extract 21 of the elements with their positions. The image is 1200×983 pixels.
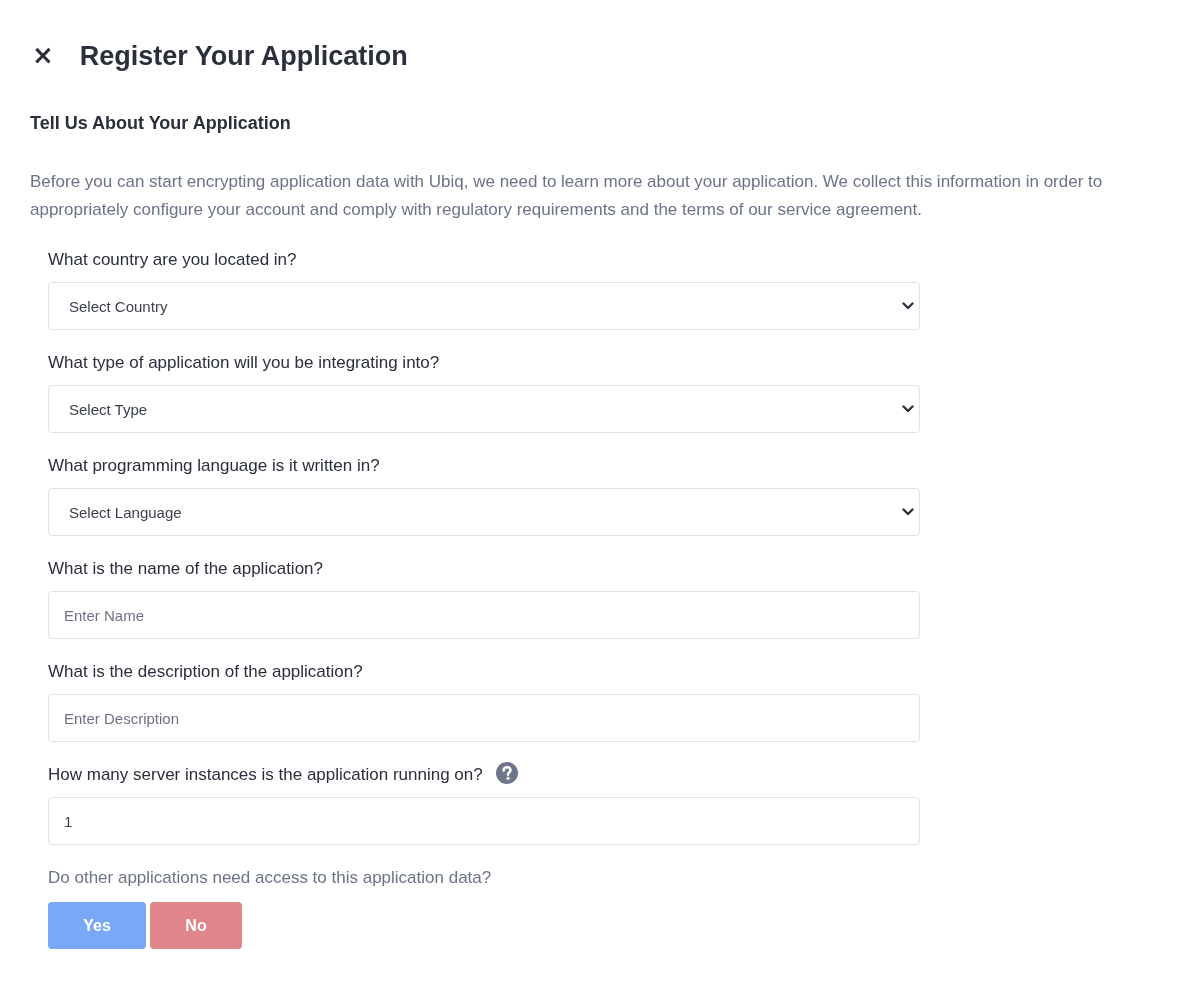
select-dropdown[interactable]: Select Type xyxy=(48,385,920,433)
help-icon[interactable] xyxy=(495,761,518,784)
question-label: How many server instances is the application running on? xyxy=(48,765,483,785)
question-label: What is the name of the application? xyxy=(48,559,323,579)
chevron-down-icon xyxy=(902,302,914,310)
section-title: Tell Us About Your Application xyxy=(30,112,291,135)
select-dropdown[interactable]: Select Language xyxy=(48,488,920,536)
text-input-field[interactable]: Enter Name xyxy=(48,591,920,639)
question-label: What country are you located in? xyxy=(48,250,297,270)
intro-paragraph: Before you can start encrypting application data with Ubiq, we need to learn more about your application. We collect this information in order to appropriately configure your account and comply with regulatory requirements and the terms of our service agreement. xyxy=(30,171,1104,221)
dialog-title: Register Your Application xyxy=(79,40,408,72)
question-label: What type of application will you be integrating into? xyxy=(48,353,440,373)
chevron-down-icon xyxy=(902,405,914,413)
question-label: Do other applications need access to this application data? xyxy=(48,867,492,889)
select-dropdown[interactable]: Select Country xyxy=(48,282,920,330)
text-input-field[interactable]: 1 xyxy=(48,797,920,845)
close-button[interactable]: × xyxy=(30,38,56,74)
chevron-down-icon xyxy=(902,508,914,516)
text-input-field[interactable]: Enter Description xyxy=(48,694,920,742)
question-label: What is the description of the application? xyxy=(48,662,363,682)
question-label: What programming language is it written in? xyxy=(48,456,380,476)
